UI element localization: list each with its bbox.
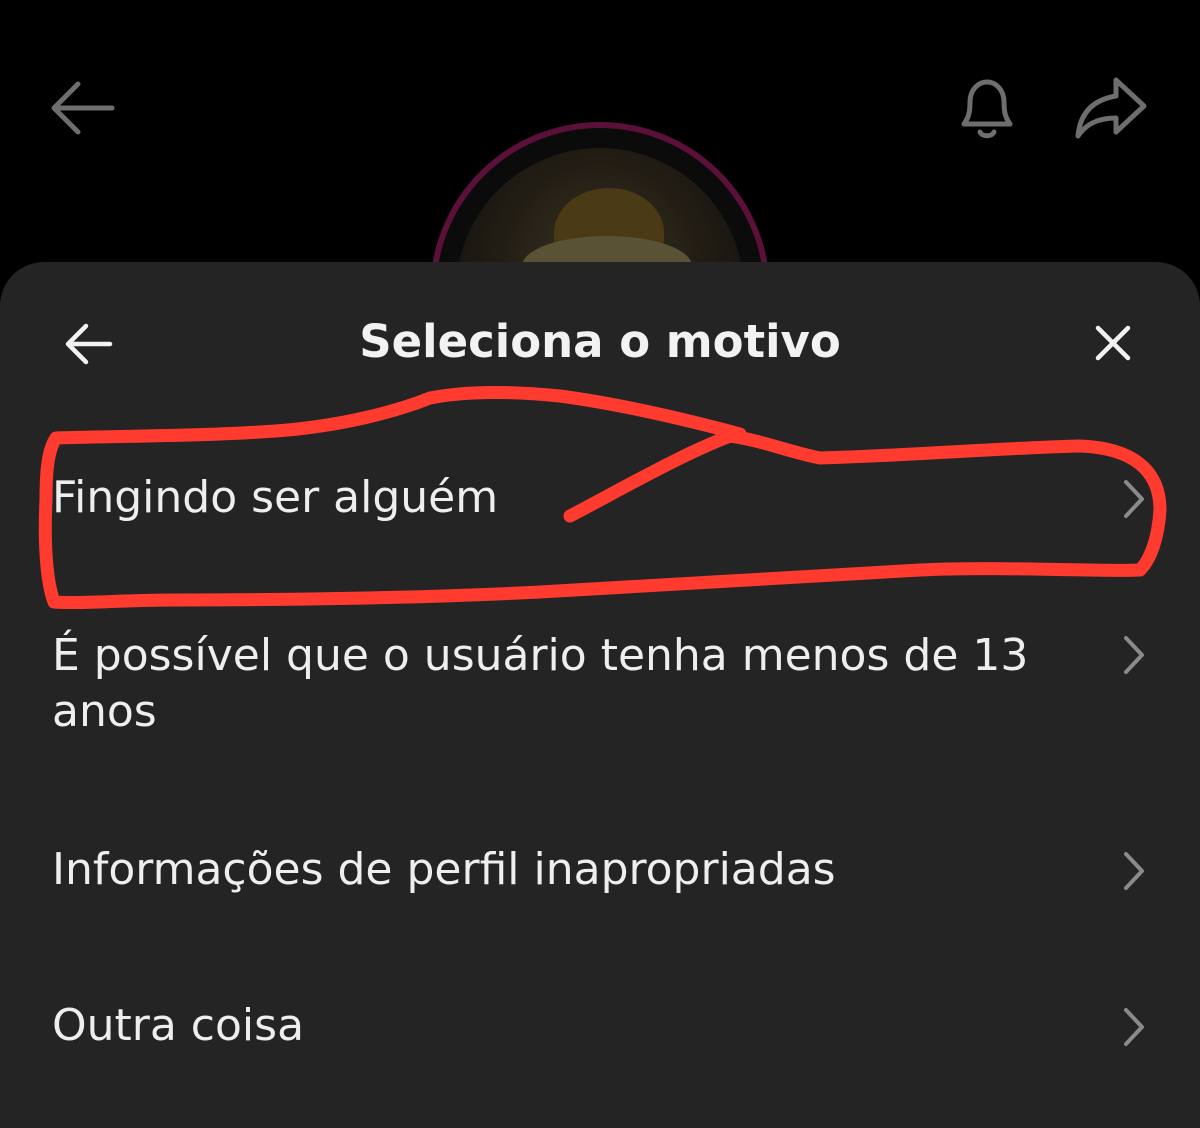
bell-icon[interactable] <box>950 70 1024 144</box>
arrow-left-icon[interactable] <box>46 72 118 144</box>
option-label: Fingindo ser alguém <box>52 472 499 523</box>
share-arrow-icon[interactable] <box>1072 72 1150 144</box>
report-reason-sheet: Seleciona o motivo Fingindo ser alguém É… <box>0 262 1200 1128</box>
sheet-title: Seleciona o motivo <box>359 315 841 368</box>
sheet-header: Seleciona o motivo <box>0 262 1200 422</box>
chevron-right-icon <box>1124 1008 1144 1046</box>
option-something-else[interactable]: Outra coisa <box>0 962 1200 1112</box>
option-pretending-to-be-someone[interactable]: Fingindo ser alguém <box>0 426 1200 576</box>
option-label: É possível que o usuário tenha menos de … <box>52 630 1029 737</box>
report-screen: Seleciona o motivo Fingindo ser alguém É… <box>0 0 1200 1128</box>
chevron-right-icon <box>1124 636 1144 674</box>
chevron-right-icon <box>1124 852 1144 890</box>
close-icon[interactable] <box>1090 320 1136 366</box>
option-inappropriate-profile-info[interactable]: Informações de perfil inapropriadas <box>0 802 1200 952</box>
option-under-13[interactable]: É possível que o usuário tenha menos de … <box>0 600 1200 770</box>
option-label: Informações de perfil inapropriadas <box>52 844 836 895</box>
option-label: Outra coisa <box>52 1000 305 1051</box>
chevron-right-icon <box>1124 480 1144 518</box>
